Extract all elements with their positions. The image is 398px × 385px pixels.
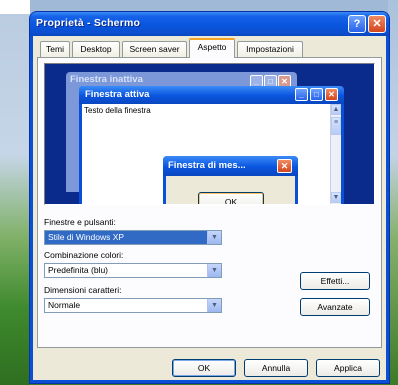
apply-button[interactable]: Applica	[316, 359, 380, 377]
preview-message-close-icon: ✕	[277, 159, 292, 173]
windows-buttons-select[interactable]: Stile di Windows XP ▼	[44, 230, 222, 245]
preview-active-title: Finestra attiva	[85, 89, 150, 100]
display-properties-window: Proprietà - Schermo ? ✕ Temi Desktop Scr…	[30, 12, 389, 383]
preview-scrollbar: ▲ ≡ ▼	[330, 104, 341, 204]
scroll-up-icon: ▲	[331, 104, 341, 115]
tab-aspetto[interactable]: Aspetto	[189, 38, 235, 58]
tab-screen-saver[interactable]: Screen saver	[122, 41, 187, 57]
desktop-top-strip	[0, 0, 30, 14]
chevron-down-icon[interactable]: ▼	[207, 231, 221, 244]
ok-button[interactable]: OK	[172, 359, 236, 377]
tab-label: Temi	[46, 44, 64, 54]
desktop-background-left	[0, 0, 30, 385]
font-size-value: Normale	[48, 300, 81, 310]
preview-active-minimize-icon: _	[295, 88, 308, 101]
preview-window-text: Testo della finestra	[84, 106, 151, 115]
chevron-down-icon[interactable]: ▼	[207, 264, 221, 277]
scroll-down-icon: ▼	[331, 192, 341, 203]
preview-message-title: Finestra di mes...	[168, 160, 246, 171]
desktop-background-right	[388, 0, 398, 385]
help-icon: ?	[353, 18, 361, 30]
appearance-tab-panel: Finestra inattiva _ □ ✕ Finestra attiva …	[37, 57, 382, 348]
windows-buttons-label: Finestre e pulsanti:	[44, 217, 116, 227]
tab-label: Impostazioni	[246, 44, 294, 54]
font-size-select[interactable]: Normale ▼	[44, 298, 222, 313]
preview-ok-button: OK	[198, 192, 264, 204]
tab-desktop[interactable]: Desktop	[72, 41, 120, 57]
color-scheme-select[interactable]: Predefinita (blu) ▼	[44, 263, 222, 278]
preview-active-titlebar: Finestra attiva _ □ ✕	[79, 86, 344, 104]
tab-temi[interactable]: Temi	[40, 41, 70, 57]
chevron-down-icon[interactable]: ▼	[207, 299, 221, 312]
effects-button[interactable]: Effetti...	[300, 272, 370, 290]
tab-label: Aspetto	[197, 42, 227, 52]
windows-buttons-value: Stile di Windows XP	[48, 232, 125, 242]
font-size-label: Dimensioni caratteri:	[44, 285, 122, 295]
cancel-button[interactable]: Annulla	[244, 359, 308, 377]
preview-message-box: Finestra di mes... ✕ OK	[163, 156, 298, 204]
dialog-client-area: Temi Desktop Screen saver Aspetto Impost…	[33, 36, 386, 380]
close-button[interactable]: ✕	[368, 15, 386, 33]
preview-message-body: OK	[166, 176, 295, 204]
tab-label: Screen saver	[129, 44, 180, 54]
appearance-preview: Finestra inattiva _ □ ✕ Finestra attiva …	[44, 63, 375, 205]
tab-label: Desktop	[80, 44, 112, 54]
color-scheme-value: Predefinita (blu)	[48, 265, 109, 275]
preview-active-close-icon: ✕	[325, 88, 338, 101]
title-bar[interactable]: Proprietà - Schermo ? ✕	[30, 12, 389, 36]
close-icon: ✕	[372, 18, 382, 30]
preview-message-titlebar: Finestra di mes... ✕	[163, 156, 298, 176]
color-scheme-label: Combinazione colori:	[44, 250, 124, 260]
preview-inactive-title: Finestra inattiva	[70, 74, 143, 85]
window-title: Proprietà - Schermo	[36, 17, 141, 29]
tab-impostazioni[interactable]: Impostazioni	[237, 41, 303, 57]
scroll-thumb: ≡	[331, 117, 341, 135]
preview-active-maximize-icon: □	[310, 88, 323, 101]
help-button[interactable]: ?	[348, 15, 366, 33]
advanced-button[interactable]: Avanzate	[300, 298, 370, 316]
